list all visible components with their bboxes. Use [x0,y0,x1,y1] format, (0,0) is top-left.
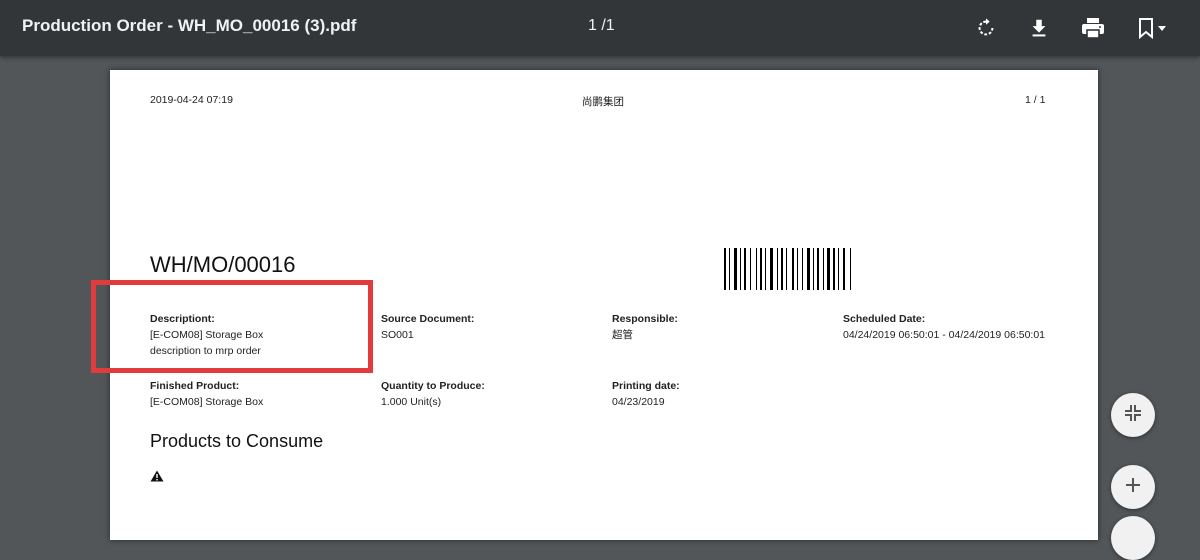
responsible-value: 超管 [612,329,633,341]
bookmark-icon [1136,17,1170,39]
description-label: Descriptiont: [150,313,215,325]
rotate-button[interactable] [970,12,1002,44]
scheduled-date-value: 04/24/2019 06:50:01 - 04/24/2019 06:50:0… [843,329,1046,341]
zoom-out-button[interactable] [1111,516,1155,560]
responsible-field: Responsible: 超管 [612,311,678,343]
fit-to-page-button[interactable] [1111,393,1155,437]
description-line-1: [E-COM08] Storage Box [150,329,264,341]
print-icon [1081,17,1105,39]
plus-icon [1124,476,1142,499]
source-document-label: Source Document: [381,313,475,325]
pdf-page: 2019-04-24 07:19 尚鹏集团 1 / 1 WH/MO/00016 … [110,70,1098,540]
header-date: 2019-04-24 07:19 [150,94,233,106]
finished-product-label: Finished Product: [150,380,240,392]
warning-icon [150,469,164,487]
products-to-consume-heading: Products to Consume [150,431,324,451]
source-document-value: SO001 [381,329,414,341]
pdf-toolbar: Production Order - WH_MO_00016 (3).pdf 1… [0,0,1200,56]
rotate-icon [975,17,997,39]
print-button[interactable] [1077,12,1109,44]
responsible-label: Responsible: [612,313,678,325]
finished-product-field: Finished Product: [E-COM08] Storage Box [150,378,263,410]
quantity-value: 1.000 Unit(s) [381,396,442,408]
description-line-2: description to mrp order [150,345,261,357]
source-document-field: Source Document: SO001 [381,311,474,343]
production-order-title: WH/MO/00016 [150,252,296,277]
quantity-label: Quantity to Produce: [381,380,485,392]
zoom-in-button[interactable] [1111,465,1155,509]
description-field: Descriptiont: [E-COM08] Storage Box desc… [150,311,263,359]
header-page-number: 1 / 1 [1025,94,1046,106]
download-button[interactable] [1023,12,1055,44]
printing-date-field: Printing date: 04/23/2019 [612,378,680,410]
scheduled-date-field: Scheduled Date: 04/24/2019 06:50:01 - 04… [843,311,1045,343]
page-counter: 1 /1 [588,17,615,34]
barcode-image [724,248,884,295]
quantity-field: Quantity to Produce: 1.000 Unit(s) [381,378,485,410]
collapse-icon [1124,404,1142,427]
scheduled-date-label: Scheduled Date: [843,313,926,325]
bookmark-button[interactable] [1133,12,1173,44]
header-company: 尚鹏集团 [582,96,624,108]
finished-product-value: [E-COM08] Storage Box [150,396,264,408]
document-title: Production Order - WH_MO_00016 (3).pdf [22,16,357,35]
download-icon [1028,17,1050,39]
printing-date-label: Printing date: [612,380,680,392]
printing-date-value: 04/23/2019 [612,396,665,408]
